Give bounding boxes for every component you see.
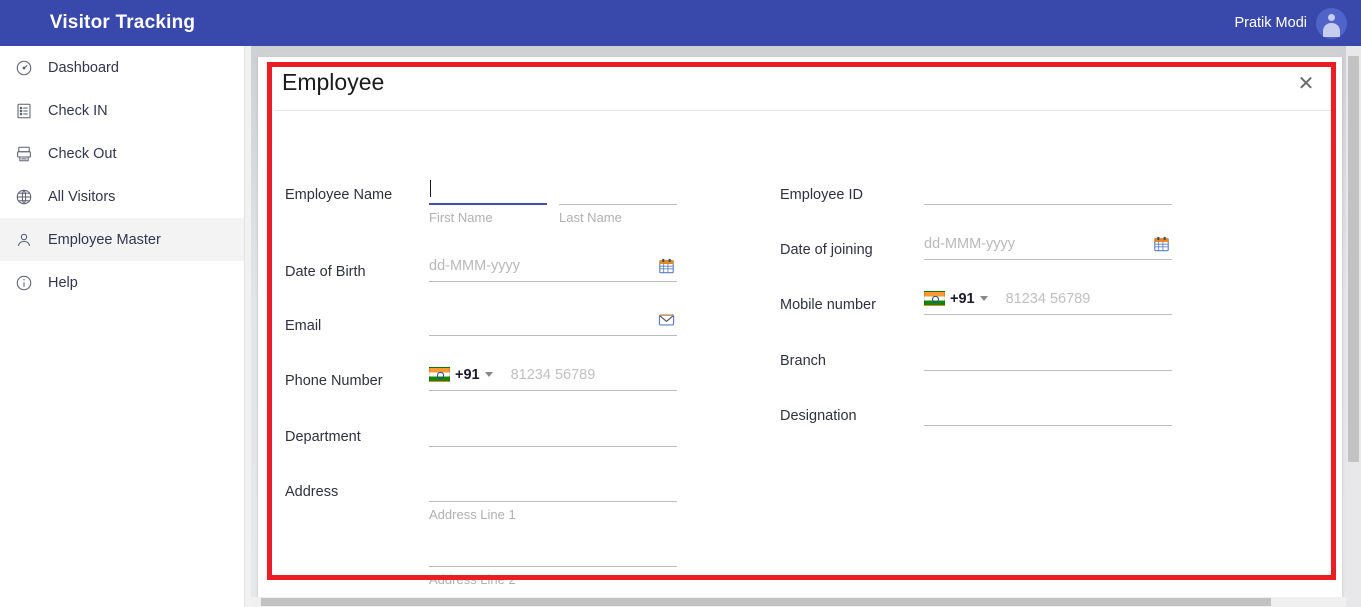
vertical-scrollbar[interactable]: [1346, 46, 1361, 607]
mobile-number-input[interactable]: +91 81234 56789: [924, 283, 1172, 315]
main-content-area: Employee ✕ Employee Name First Name Last…: [251, 46, 1361, 607]
department-input[interactable]: [429, 415, 677, 447]
address-line-1-group: Address Line 1: [429, 470, 677, 522]
sidebar-item-label: Check IN: [48, 102, 108, 119]
field-inputs: +91 81234 56789: [924, 283, 1172, 315]
sidebar-item-label: All Visitors: [48, 188, 116, 205]
address-line-2-caption: Address Line 2: [429, 572, 516, 587]
field-inputs: [924, 394, 1172, 426]
field-inputs: dd-MMM-yyyy: [924, 228, 1172, 260]
app-root: Visitor Tracking Pratik Modi Dashboard C…: [0, 0, 1361, 607]
horizontal-scrollbar-thumb[interactable]: [261, 598, 1271, 606]
field-inputs: dd-MMM-yyyy: [429, 250, 677, 282]
last-name-caption: Last Name: [559, 210, 622, 225]
sidebar-item-employee-master[interactable]: Employee Master: [0, 218, 244, 261]
horizontal-scrollbar[interactable]: [251, 597, 1361, 607]
top-header-bar: Visitor Tracking Pratik Modi: [0, 0, 1361, 46]
country-code-value: +91: [455, 366, 480, 383]
globe-icon: [14, 187, 33, 206]
phone-group: +91 81234 56789: [924, 291, 1090, 307]
sidebar-item-label: Employee Master: [48, 231, 161, 248]
country-code-select[interactable]: +91: [429, 367, 497, 383]
field-inputs: First Name Last Name: [429, 173, 677, 225]
employee-dialog: Employee ✕ Employee Name First Name Last…: [274, 57, 1334, 607]
last-name-input[interactable]: [559, 173, 677, 205]
field-inputs: [429, 304, 677, 336]
field-label: Mobile number: [780, 297, 876, 313]
country-code-select[interactable]: +91: [924, 291, 992, 307]
address-line-2-input[interactable]: [429, 535, 677, 567]
phone-number-input[interactable]: +91 81234 56789: [429, 359, 677, 391]
sidebar-item-label: Help: [48, 274, 78, 291]
header-user-name: Pratik Modi: [1234, 15, 1307, 31]
employee-id-input[interactable]: [924, 173, 1172, 205]
sidebar-item-check-out[interactable]: Check Out: [0, 132, 244, 175]
sidebar-item-dashboard[interactable]: Dashboard: [0, 46, 244, 89]
address-line-1-caption: Address Line 1: [429, 507, 516, 522]
field-label: Branch: [780, 353, 826, 369]
clipboard-icon: [14, 101, 33, 120]
date-of-birth-input[interactable]: dd-MMM-yyyy: [429, 250, 677, 282]
field-label: Email: [285, 318, 322, 334]
field-inputs: Address Line 1 Address Line 2: [429, 470, 677, 607]
close-icon[interactable]: ✕: [1292, 70, 1320, 98]
chevron-down-icon: [484, 372, 493, 377]
chevron-down-icon: [979, 296, 988, 301]
sidebar-item-help[interactable]: Help: [0, 261, 244, 304]
mobile-number-placeholder: 81234 56789: [1005, 290, 1091, 307]
person-icon: [14, 230, 33, 249]
india-flag-icon: [429, 367, 450, 382]
field-label: Designation: [780, 408, 857, 424]
app-brand-title: Visitor Tracking: [49, 12, 196, 33]
sidebar-item-label: Check Out: [48, 145, 117, 162]
sidebar-nav: Dashboard Check IN Check Out All Visitor…: [0, 46, 251, 607]
designation-input[interactable]: [924, 394, 1172, 426]
field-label: Employee Name: [285, 187, 393, 203]
field-label: Address: [285, 484, 339, 500]
page-title: Employee: [282, 69, 385, 95]
calendar-icon[interactable]: [1153, 235, 1170, 252]
info-circle-icon: [14, 273, 33, 292]
phone-number-placeholder: 81234 56789: [510, 366, 596, 383]
india-flag-icon: [924, 291, 945, 306]
text-cursor: [430, 179, 431, 197]
dashboard-icon: [14, 58, 33, 77]
dialog-header: Employee ✕: [274, 57, 1334, 111]
country-code-value: +91: [950, 290, 975, 307]
calendar-icon[interactable]: [658, 257, 675, 274]
sidebar-item-check-in[interactable]: Check IN: [0, 89, 244, 132]
field-label: Date of joining: [780, 242, 873, 258]
sidebar-item-all-visitors[interactable]: All Visitors: [0, 175, 244, 218]
user-avatar-icon[interactable]: [1316, 7, 1347, 39]
first-name-input[interactable]: [429, 173, 547, 205]
vertical-scrollbar-thumb[interactable]: [1348, 56, 1359, 462]
field-label: Department: [285, 429, 361, 445]
sidebar-item-label: Dashboard: [48, 59, 119, 76]
content-card: Employee ✕ Employee Name First Name Last…: [258, 57, 1342, 607]
field-label: Employee ID: [780, 187, 864, 203]
envelope-icon[interactable]: [658, 311, 675, 328]
field-inputs: [924, 173, 1172, 205]
field-label: Phone Number: [285, 373, 383, 389]
checkout-icon: [14, 144, 33, 163]
date-of-birth-placeholder: dd-MMM-yyyy: [429, 257, 521, 274]
email-input[interactable]: [429, 304, 677, 336]
field-inputs: +91 81234 56789: [429, 359, 677, 391]
phone-group: +91 81234 56789: [429, 367, 595, 383]
address-line-1-input[interactable]: [429, 470, 677, 502]
branch-input[interactable]: [924, 339, 1172, 371]
date-of-joining-placeholder: dd-MMM-yyyy: [924, 235, 1016, 252]
field-label: Date of Birth: [285, 264, 366, 280]
header-user-area[interactable]: Pratik Modi: [1234, 0, 1361, 46]
field-inputs: [429, 415, 677, 447]
first-name-caption: First Name: [429, 210, 493, 225]
address-line-2-group: Address Line 2: [429, 535, 677, 587]
field-inputs: [924, 339, 1172, 371]
date-of-joining-input[interactable]: dd-MMM-yyyy: [924, 228, 1172, 260]
employee-form: Employee Name First Name Last Name Date …: [274, 111, 1334, 607]
